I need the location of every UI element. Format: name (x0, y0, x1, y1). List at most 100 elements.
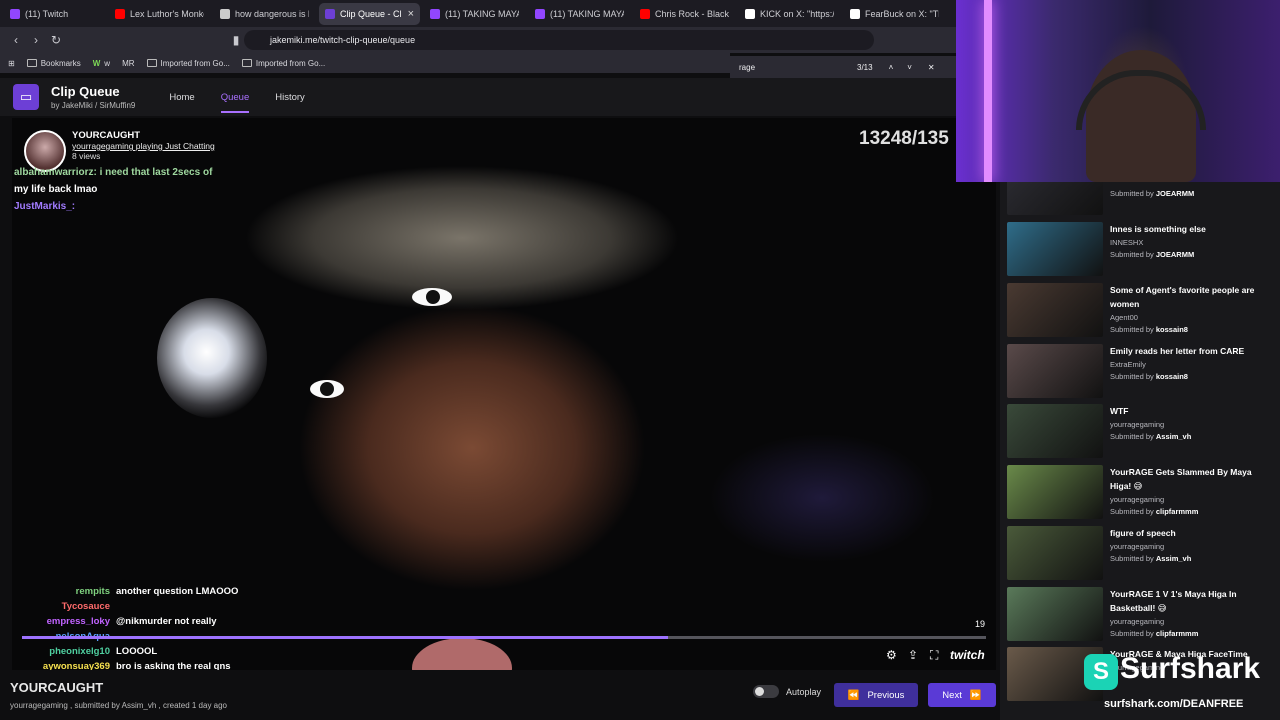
queue-item-submitter: Submitted by kossain8 (1110, 372, 1188, 381)
queue-item-title: figure of speech (1110, 528, 1176, 538)
browser-tab[interactable]: KICK on X: "https:// (739, 3, 840, 25)
browser-tab[interactable]: Clip Queue - Cl × (319, 2, 420, 25)
chat-line: albahamwarriorz: i need that last 2secs … (14, 167, 213, 178)
tab-title: Clip Queue - Cl (340, 8, 402, 19)
find-close-icon[interactable]: ✕ (928, 63, 935, 72)
queue-item-channel: yourragegaming (1110, 617, 1165, 626)
bookmarks-bar: ⊞ Bookmarks Ww MR Imported from Go... Im… (0, 53, 730, 73)
forward-icon[interactable]: › (26, 33, 46, 47)
clip-time-label: 19 (975, 619, 986, 629)
autoplay-toggle[interactable]: Autoplay (753, 685, 821, 698)
clip-broadcaster-line[interactable]: yourragegaming playing Just Chatting (72, 141, 215, 151)
queue-item-channel: INNESHX (1110, 238, 1144, 247)
sponsor-brand: Surfshark (1120, 652, 1261, 685)
bookmark-w[interactable]: Ww (93, 59, 110, 68)
tab-favicon-icon (220, 8, 230, 19)
queue-thumbnail (1007, 344, 1103, 398)
fast-forward-icon: ⏩ (969, 689, 982, 701)
author-sirmuffin9[interactable]: SirMuffin9 (99, 101, 135, 110)
chat-username: rempits (75, 586, 110, 597)
tab-title: Lex Luthor's Monkey (130, 8, 204, 19)
bookmark-imported-2[interactable]: Imported from Go... (241, 59, 325, 68)
queue-item-info: YourRAGE Gets Slammed By Maya Higa! 😅 you… (1110, 465, 1275, 521)
share-icon[interactable]: ⇪ (908, 648, 918, 662)
find-next-icon[interactable]: ˅ (907, 63, 912, 72)
queue-item[interactable]: figure of speech yourragegaming Submitted … (1007, 526, 1275, 582)
queue-item[interactable]: Emily reads her letter from CARE ExtraEmi… (1007, 344, 1275, 400)
reload-icon[interactable]: ↻ (46, 33, 66, 47)
rewind-icon: ⏪ (847, 689, 860, 701)
clip-submission-info: yourragegaming , submitted by Assim_vh ,… (10, 701, 228, 710)
queue-item-channel: ExtraEmily (1110, 360, 1146, 369)
queue-thumbnail (1007, 404, 1103, 458)
browser-tab[interactable]: FearBuck on X: "The (844, 3, 945, 25)
bookmark-mr[interactable]: MR (122, 59, 134, 68)
previous-button[interactable]: ⏪ Previous (834, 683, 918, 707)
chat-line: my life back lmao (14, 184, 98, 195)
queue-item-info: figure of speech yourragegaming Submitted … (1110, 526, 1191, 582)
clip-player[interactable]: 13248/135 YOURCAUGHT yourragegaming play… (12, 118, 996, 670)
surfshark-logo-icon: S (1084, 654, 1118, 690)
queue-item[interactable]: YourRAGE Gets Slammed By Maya Higa! 😅 you… (1007, 465, 1275, 521)
chat-username: empress_loky (46, 616, 110, 627)
bookmark-bookmarks[interactable]: Bookmarks (26, 59, 81, 68)
queue-item[interactable]: WTF yourragegaming Submitted by Assim_vh (1007, 404, 1275, 460)
clip-title: YOURCAUGHT (10, 680, 104, 695)
tab-close-icon[interactable]: × (408, 8, 414, 20)
browser-tab[interactable]: (11) TAKING MAYA (424, 3, 525, 25)
tab-favicon-icon (10, 8, 20, 19)
browser-tab[interactable]: Chris Rock - Black P (634, 3, 735, 25)
browser-tab-strip: (11) Twitch Lex Luthor's Monkey how danger… (0, 0, 956, 27)
face-eye-left (412, 288, 452, 306)
settings-gear-icon[interactable]: ⚙ (886, 648, 897, 662)
queue-item[interactable]: Some of Agent's favorite people are wome… (1007, 283, 1275, 339)
queue-item-submitter: Submitted by Assim_vh (1110, 432, 1192, 441)
next-button[interactable]: Next ⏩ (928, 683, 996, 707)
queue-item-submitter: Submitted by kossain8 (1110, 325, 1188, 334)
app-title: Clip Queue (51, 84, 120, 99)
bookmark-icon[interactable]: ▮ (226, 33, 246, 47)
tab-favicon-icon (115, 8, 125, 19)
back-icon[interactable]: ‹ (6, 33, 26, 47)
browser-tab[interactable]: how dangerous is li (214, 3, 315, 25)
find-prev-icon[interactable]: ˄ (889, 63, 894, 72)
queue-thumbnail (1007, 587, 1103, 641)
chat-message: another question LMAOOO (116, 586, 239, 597)
tab-title: how dangerous is li (235, 8, 309, 19)
chat-line: Tycosauce (20, 599, 350, 614)
find-count: 3/13 (857, 62, 873, 72)
url-input[interactable]: jakemiki.me/twitch-clip-queue/queue (244, 30, 874, 50)
bookmark-imported-1[interactable]: Imported from Go... (146, 59, 230, 68)
tab-favicon-icon (430, 8, 440, 19)
queue-item-channel: Agent00 (1110, 313, 1138, 322)
nav-home[interactable]: Home (169, 92, 194, 103)
chat-line: JustMarkis_: (14, 201, 76, 212)
nav-history[interactable]: History (275, 92, 305, 103)
queue-item-channel: yourragegaming (1110, 542, 1165, 551)
nav-queue[interactable]: Queue (220, 92, 250, 113)
w-icon: W (92, 58, 101, 68)
tab-title: (11) TAKING MAYA (445, 8, 519, 19)
browser-tab[interactable]: Lex Luthor's Monkey (109, 3, 210, 25)
folder-icon (26, 59, 37, 67)
author-jakemiki[interactable]: JakeMiki (62, 101, 93, 110)
tab-title: (11) TAKING MAYA (550, 8, 624, 19)
progress-bar[interactable] (22, 636, 986, 639)
app-nav: Home Queue History (169, 92, 305, 113)
tab-title: KICK on X: "https:// (760, 8, 834, 19)
queue-item-submitter: Submitted by JOEARMM (1110, 189, 1195, 198)
toggle-switch[interactable] (753, 685, 779, 698)
browser-tab[interactable]: (11) TAKING MAYA (529, 3, 630, 25)
apps-grid-icon[interactable]: ⊞ (8, 59, 15, 68)
twitch-logo[interactable]: twitch (950, 648, 985, 662)
chat-message: @nikmurder not really (116, 616, 217, 627)
queue-item-submitter: Submitted by Assim_vh (1110, 554, 1192, 563)
fullscreen-icon[interactable]: ⛶ (930, 648, 938, 663)
queue-item-title: YourRAGE 1 V 1's Maya Higa In Basketball… (1110, 589, 1237, 613)
queue-item-submitter: Submitted by JOEARMM (1110, 250, 1195, 259)
find-input[interactable]: rage (739, 63, 847, 72)
queue-item[interactable]: Innes is something else INNESHX Submitted … (1007, 222, 1275, 278)
queue-item[interactable]: YourRAGE 1 V 1's Maya Higa In Basketball… (1007, 587, 1275, 643)
browser-tab[interactable]: (11) Twitch (4, 3, 105, 25)
tab-title: Chris Rock - Black P (655, 8, 729, 19)
